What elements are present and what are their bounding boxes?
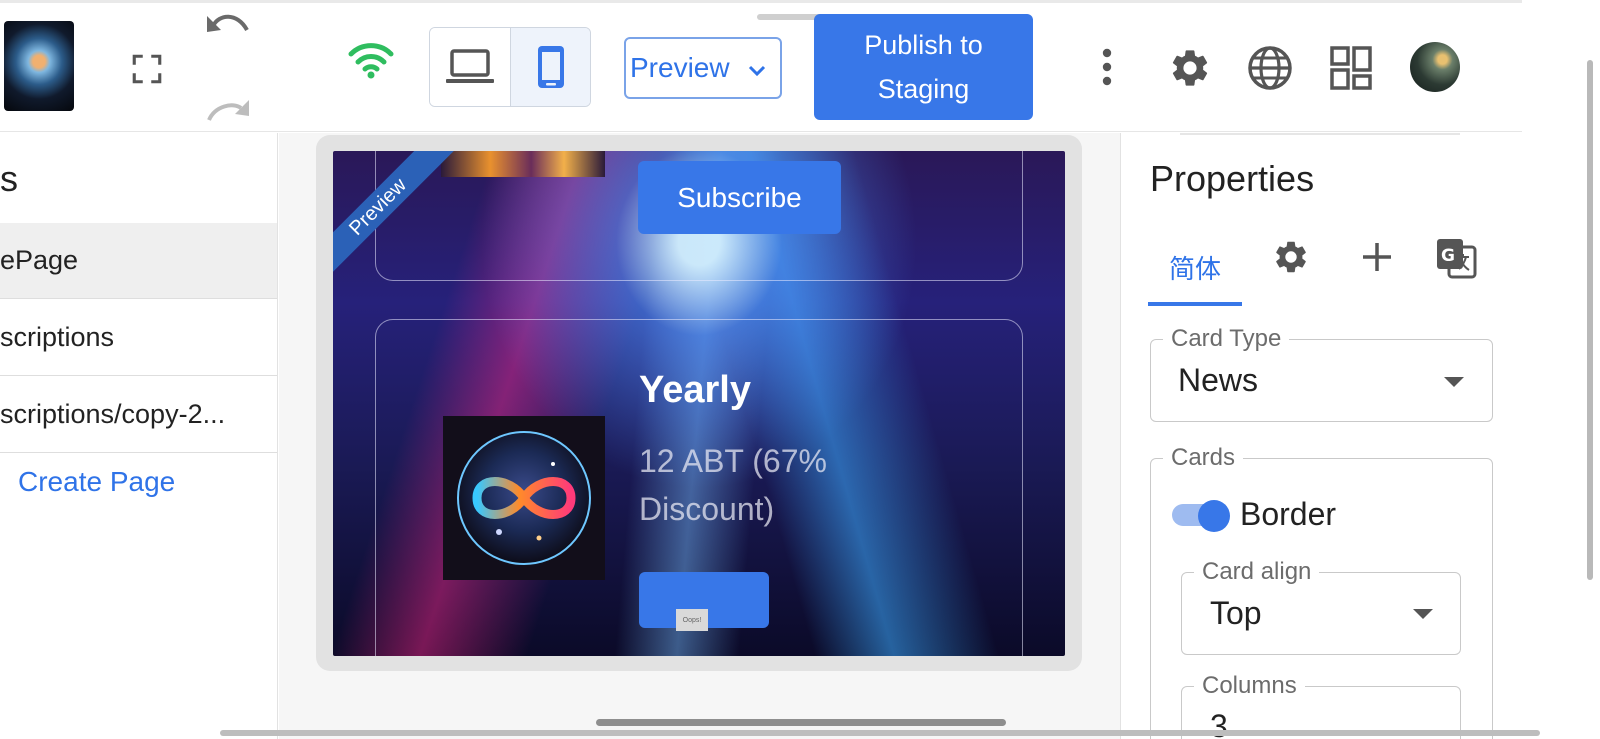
more-vertical-icon: [1102, 48, 1112, 86]
svg-text:G: G: [1441, 246, 1455, 266]
wifi-status: [346, 38, 396, 82]
user-avatar[interactable]: [1410, 42, 1460, 92]
top-toolbar: Preview Publish to Staging: [0, 0, 1522, 132]
tab-add[interactable]: [1356, 236, 1398, 278]
tab-translate[interactable]: G: [1434, 236, 1478, 280]
pages-panel-title: s: [0, 158, 18, 199]
wifi-icon: [348, 43, 394, 79]
gear-icon: [1172, 50, 1208, 86]
subscribe-button[interactable]: Subscribe: [638, 161, 841, 234]
translate-icon: G: [1437, 239, 1477, 279]
preview-mode-select[interactable]: Preview: [624, 37, 782, 99]
card-align-label: Card align: [1202, 558, 1312, 585]
pages-panel: s ePage scriptions scriptions/copy-2... …: [0, 133, 278, 739]
dropdown-arrow-icon: [1444, 377, 1464, 387]
preview-mode-value: Preview: [630, 52, 730, 83]
infinity-image: [443, 416, 605, 580]
dashboard-icon: [1330, 46, 1372, 90]
preview-screen: Subscribe Yearly 12 ABT (67% Discount) O…: [333, 151, 1065, 656]
card-title: Yearly: [639, 369, 751, 411]
broken-image-placeholder: Oops!: [676, 609, 708, 631]
phone-icon: [537, 46, 564, 88]
panel-divider: [1180, 133, 1460, 135]
mobile-view-button[interactable]: [510, 28, 590, 106]
plus-icon: [1363, 243, 1391, 271]
page-item-label: scriptions: [0, 322, 115, 352]
tab-settings[interactable]: [1270, 236, 1312, 278]
card-align-value: Top: [1210, 595, 1262, 631]
page-item-label: scriptions/copy-2...: [0, 399, 226, 429]
card-type-label: Card Type: [1171, 325, 1282, 352]
tab-language[interactable]: 简体: [1148, 232, 1242, 306]
card-type-value: News: [1178, 362, 1259, 398]
vertical-scrollbar[interactable]: [1587, 60, 1593, 580]
publish-button[interactable]: Publish to Staging: [814, 14, 1033, 120]
globe-icon: [1248, 46, 1292, 90]
horizontal-scrollbar[interactable]: [596, 719, 1006, 726]
border-toggle[interactable]: [1172, 500, 1230, 532]
dropdown-arrow-icon: [1413, 609, 1433, 619]
cards-group-label: Cards: [1171, 444, 1236, 471]
desktop-view-button[interactable]: [430, 28, 510, 106]
language-button[interactable]: [1246, 44, 1294, 92]
laptop-icon: [446, 49, 494, 83]
redo-button[interactable]: [204, 92, 252, 122]
more-options-button[interactable]: [1090, 44, 1124, 90]
page-item-label: ePage: [0, 245, 79, 275]
create-page-button[interactable]: Create Page: [18, 466, 175, 498]
properties-title: Properties: [1150, 158, 1315, 199]
page-item[interactable]: scriptions: [0, 300, 277, 376]
columns-label: Columns: [1202, 672, 1297, 699]
app-logo[interactable]: [4, 21, 74, 111]
page-item[interactable]: ePage: [0, 223, 277, 299]
horizontal-scroll-track[interactable]: [220, 730, 1540, 736]
device-toggle: [429, 27, 591, 107]
fullscreen-button[interactable]: [126, 48, 168, 90]
undo-icon: [207, 14, 249, 32]
top-divider: [0, 0, 1522, 3]
undo-button[interactable]: [204, 6, 252, 46]
gear-icon: [1276, 241, 1306, 273]
toggle-thumb: [1198, 500, 1230, 532]
settings-button[interactable]: [1166, 44, 1214, 92]
chevron-down-icon: [748, 65, 766, 77]
page-item[interactable]: scriptions/copy-2...: [0, 377, 277, 453]
fullscreen-icon: [132, 54, 162, 84]
infinity-icon: [457, 431, 591, 565]
card-price: 12 ABT (67% Discount): [639, 443, 827, 527]
dashboard-button[interactable]: [1328, 44, 1376, 92]
redo-icon: [207, 100, 249, 121]
border-label: Border: [1240, 496, 1337, 532]
